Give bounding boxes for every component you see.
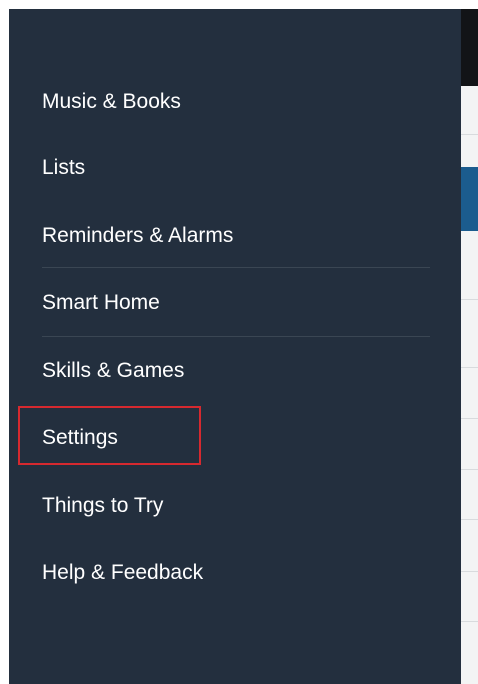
menu-item-smart-home[interactable]: Smart Home [42,288,160,318]
app-screen: Music & Books Lists Reminders & Alarms S… [9,9,478,684]
background-top-bar [461,9,478,86]
background-divider [461,621,478,622]
menu-item-reminders-alarms[interactable]: Reminders & Alarms [42,221,233,251]
menu-item-things-to-try[interactable]: Things to Try [42,491,163,521]
background-divider [461,134,478,135]
menu-item-skills-games[interactable]: Skills & Games [42,356,184,386]
background-divider [461,299,478,300]
background-accent-panel [461,167,478,231]
menu-item-settings[interactable]: Settings [42,423,118,453]
menu-item-help-feedback[interactable]: Help & Feedback [42,558,203,588]
menu-item-lists[interactable]: Lists [42,153,85,183]
background-divider [461,367,478,368]
background-divider [461,519,478,520]
background-divider [461,571,478,572]
menu-divider [42,336,430,337]
background-divider [461,418,478,419]
background-divider [461,469,478,470]
navigation-drawer: Music & Books Lists Reminders & Alarms S… [9,9,461,684]
menu-item-music-books[interactable]: Music & Books [42,87,181,117]
menu-divider [42,267,430,268]
